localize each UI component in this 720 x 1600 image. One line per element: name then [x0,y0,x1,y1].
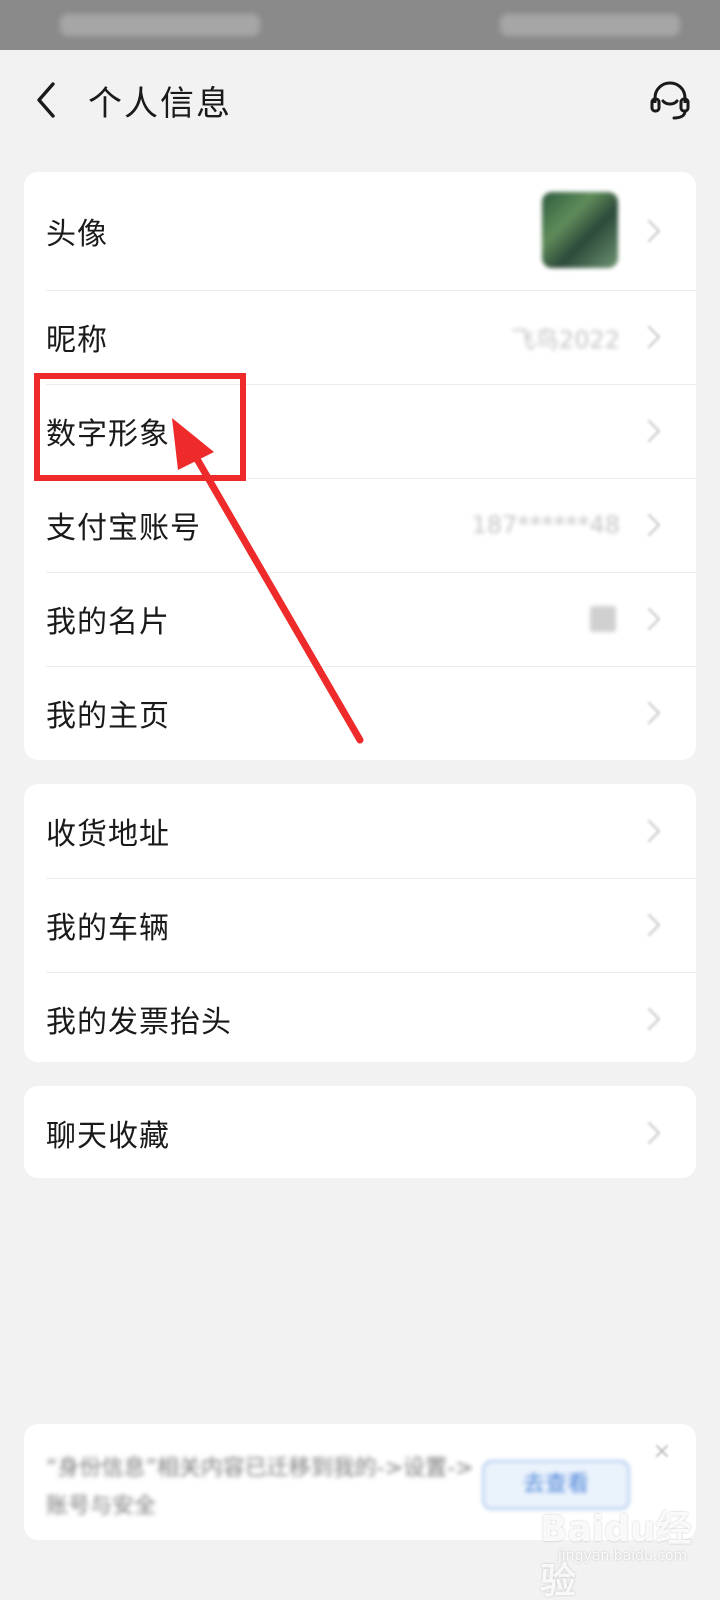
row-business-card[interactable]: 我的名片 [24,572,696,666]
row-alipay-account[interactable]: 支付宝账号 187******48 [24,478,696,572]
row-label: 支付宝账号 [46,511,201,546]
row-label: 我的发票抬头 [46,1005,232,1040]
page-title: 个人信息 [88,84,232,124]
row-my-vehicle[interactable]: 我的车辆 [24,878,696,972]
row-value: 飞鸟2022 [510,325,620,354]
address-card: 收货地址 我的车辆 我的发票抬头 [24,784,696,1062]
row-avatar[interactable]: 头像 [24,172,696,290]
row-value: 187******48 [471,511,620,539]
chevron-right-icon [642,913,666,937]
row-label: 昵称 [46,323,108,358]
status-bar-left-blurred [60,14,260,36]
qr-code-icon [590,606,616,632]
chevron-right-icon [642,1007,666,1031]
chevron-right-icon [642,819,666,843]
row-digital-avatar[interactable]: 数字形象 [24,384,696,478]
row-label: 我的主页 [46,699,170,734]
chevron-right-icon [642,325,666,349]
favorites-card: 聊天收藏 [24,1086,696,1178]
status-bar [0,0,720,50]
back-button[interactable] [24,72,68,128]
banner-text: “身份信息”相关内容已迁移到我的->设置->账号与安全 [46,1456,474,1519]
status-bar-right-blurred [500,14,680,36]
chevron-right-icon [642,607,666,631]
chevron-right-icon [642,701,666,725]
close-icon[interactable]: × [648,1438,676,1466]
baidu-watermark-url: jingyan.baidu.com [558,1548,688,1564]
chevron-left-icon [37,82,55,118]
row-shipping-address[interactable]: 收货地址 [24,784,696,878]
avatar [542,192,618,268]
row-nickname[interactable]: 昵称 飞鸟2022 [24,290,696,384]
row-chat-favorites[interactable]: 聊天收藏 [24,1086,696,1178]
chevron-right-icon [642,513,666,537]
header: 个人信息 [0,50,720,150]
row-label: 头像 [46,217,108,252]
headset-icon [650,81,690,120]
row-label: 收货地址 [46,817,170,852]
row-label: 数字形象 [46,417,170,452]
chevron-right-icon [642,1121,666,1145]
customer-service-button[interactable] [644,74,696,126]
row-invoice-title[interactable]: 我的发票抬头 [24,972,696,1062]
row-label: 我的名片 [46,605,170,640]
row-my-homepage[interactable]: 我的主页 [24,666,696,760]
chevron-right-icon [642,219,666,243]
chevron-right-icon [642,419,666,443]
row-label: 聊天收藏 [46,1119,170,1154]
profile-info-card: 头像 昵称 飞鸟2022 数字形象 支付宝账号 187******48 我的名片… [24,172,696,760]
row-label: 我的车辆 [46,911,170,946]
